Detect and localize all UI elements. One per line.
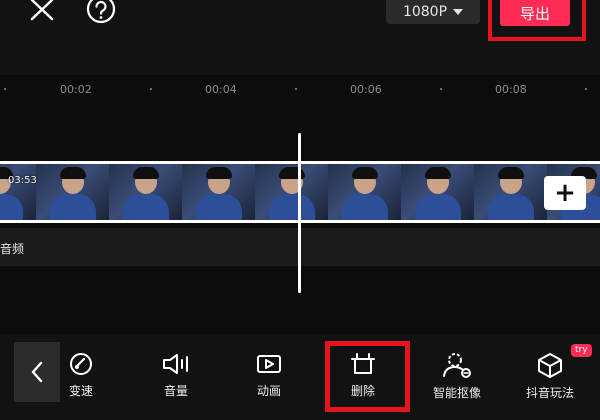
clip-thumbnail xyxy=(109,164,183,220)
export-highlight-box: 导出 xyxy=(488,0,586,41)
delete-highlight-box xyxy=(325,341,410,412)
help-icon[interactable] xyxy=(85,0,117,24)
tool-speed[interactable]: 变速 xyxy=(46,352,116,399)
tool-label: 变速 xyxy=(68,384,93,398)
audio-track-label: 音频 xyxy=(0,242,25,256)
clip-duration: 03:53 xyxy=(8,175,37,186)
export-button[interactable]: 导出 xyxy=(500,0,570,26)
ruler-tick xyxy=(4,88,6,90)
ruler-tick xyxy=(585,88,587,90)
ruler-tick xyxy=(295,88,297,90)
ruler-label: 00:02 xyxy=(60,83,92,96)
tool-label: 抖音玩法 xyxy=(525,386,574,400)
tool-smart-cutout[interactable]: 智能抠像 xyxy=(422,352,492,401)
timeline-ruler: 00:02 00:04 00:06 00:08 xyxy=(0,75,600,109)
animation-icon xyxy=(257,355,281,373)
smart-cutout-icon xyxy=(443,353,471,378)
clip-thumbnail xyxy=(36,164,110,220)
speed-icon xyxy=(70,353,92,375)
close-icon[interactable] xyxy=(26,0,58,22)
tool-animation[interactable]: 动画 xyxy=(234,352,304,399)
caret-down-icon xyxy=(453,9,464,15)
clip-thumbnail xyxy=(328,164,402,220)
resolution-select[interactable]: 1080P xyxy=(386,0,480,24)
tool-douyin-effects[interactable]: 抖音玩法 xyxy=(515,352,585,401)
clip-thumbnail xyxy=(0,164,37,220)
tool-label: 动画 xyxy=(256,384,281,398)
tool-volume[interactable]: 音量 xyxy=(141,352,211,399)
try-badge: try xyxy=(571,344,592,357)
playhead[interactable] xyxy=(298,133,301,293)
ruler-tick xyxy=(440,88,442,90)
tool-label: 智能抠像 xyxy=(432,386,481,400)
ruler-label: 00:08 xyxy=(495,83,527,96)
tool-label: 音量 xyxy=(163,384,188,398)
ruler-tick xyxy=(150,88,152,90)
clip-thumbnail xyxy=(401,164,475,220)
ruler-label: 00:04 xyxy=(205,83,237,96)
clip-thumbnail xyxy=(182,164,256,220)
chevron-left-icon xyxy=(31,361,43,383)
clip-thumbnail xyxy=(474,164,548,220)
add-clip-button[interactable]: + xyxy=(544,176,586,210)
clip-thumbnail xyxy=(255,164,329,220)
ruler-label: 00:06 xyxy=(350,83,382,96)
resolution-label: 1080P xyxy=(402,4,448,20)
douyin-effects-icon xyxy=(538,353,562,378)
volume-icon xyxy=(163,354,188,374)
